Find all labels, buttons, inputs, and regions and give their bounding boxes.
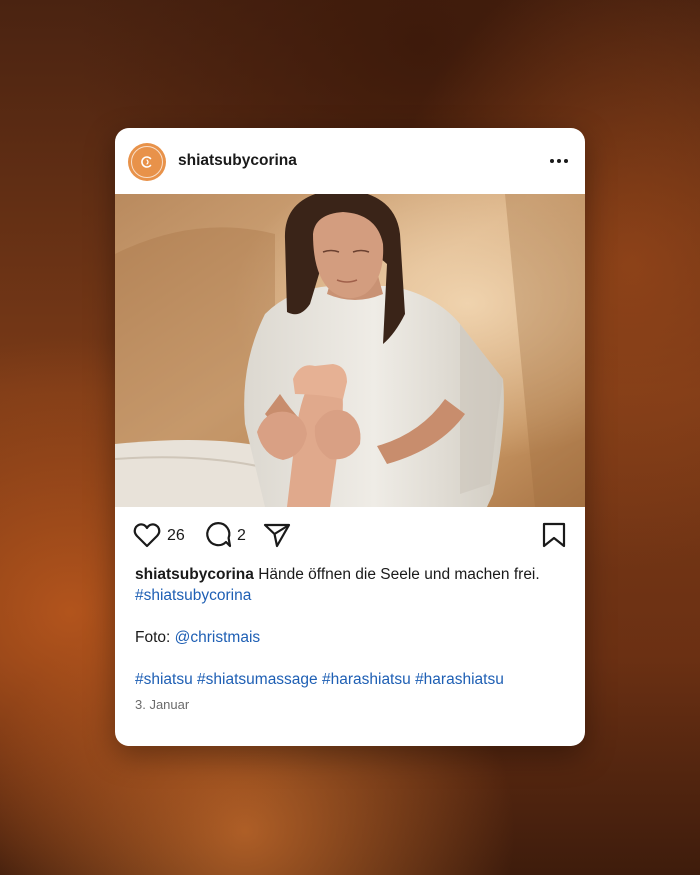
post-caption: shiatsubycorina Hände öffnen die Seele u… [135,564,567,690]
post-date: 3. Januar [135,697,190,712]
post-actions: 26 2 [115,516,585,556]
avatar-logo-icon [131,146,163,178]
more-options-icon[interactable] [548,150,570,172]
hashtag-list: #shiatsu #shiatsumassage #harashiatsu #h… [135,669,567,690]
caption-username[interactable]: shiatsubycorina [135,566,254,583]
post-username[interactable]: shiatsubycorina [178,152,297,170]
bookmark-save-icon[interactable] [542,522,566,553]
instagram-post-card: shiatsubycorina 26 2 shiatsubycorina Hän… [115,128,585,746]
share-send-icon[interactable] [263,522,291,553]
photo-credit-label: Foto: [135,629,171,646]
like-heart-icon[interactable] [133,522,161,553]
photo-credit-line: Foto: @christmais [135,627,567,648]
caption-main: shiatsubycorina Hände öffnen die Seele u… [135,564,567,606]
avatar[interactable] [128,143,166,181]
post-header: shiatsubycorina [115,128,585,194]
photo-credit-mention-link[interactable]: @christmais [175,629,261,646]
comment-count: 2 [237,527,246,544]
caption-hashtag-link[interactable]: #shiatsubycorina [135,587,251,604]
comment-icon[interactable] [204,521,232,554]
like-count: 26 [167,527,185,544]
hashtag-link[interactable]: #shiatsu [135,671,193,688]
hashtag-link[interactable]: #harashiatsu [322,671,411,688]
post-photo[interactable] [115,194,585,507]
caption-text: Hände öffnen die Seele und machen frei. [258,566,540,583]
hashtag-link[interactable]: #shiatsumassage [197,671,318,688]
hashtag-link[interactable]: #harashiatsu [415,671,504,688]
